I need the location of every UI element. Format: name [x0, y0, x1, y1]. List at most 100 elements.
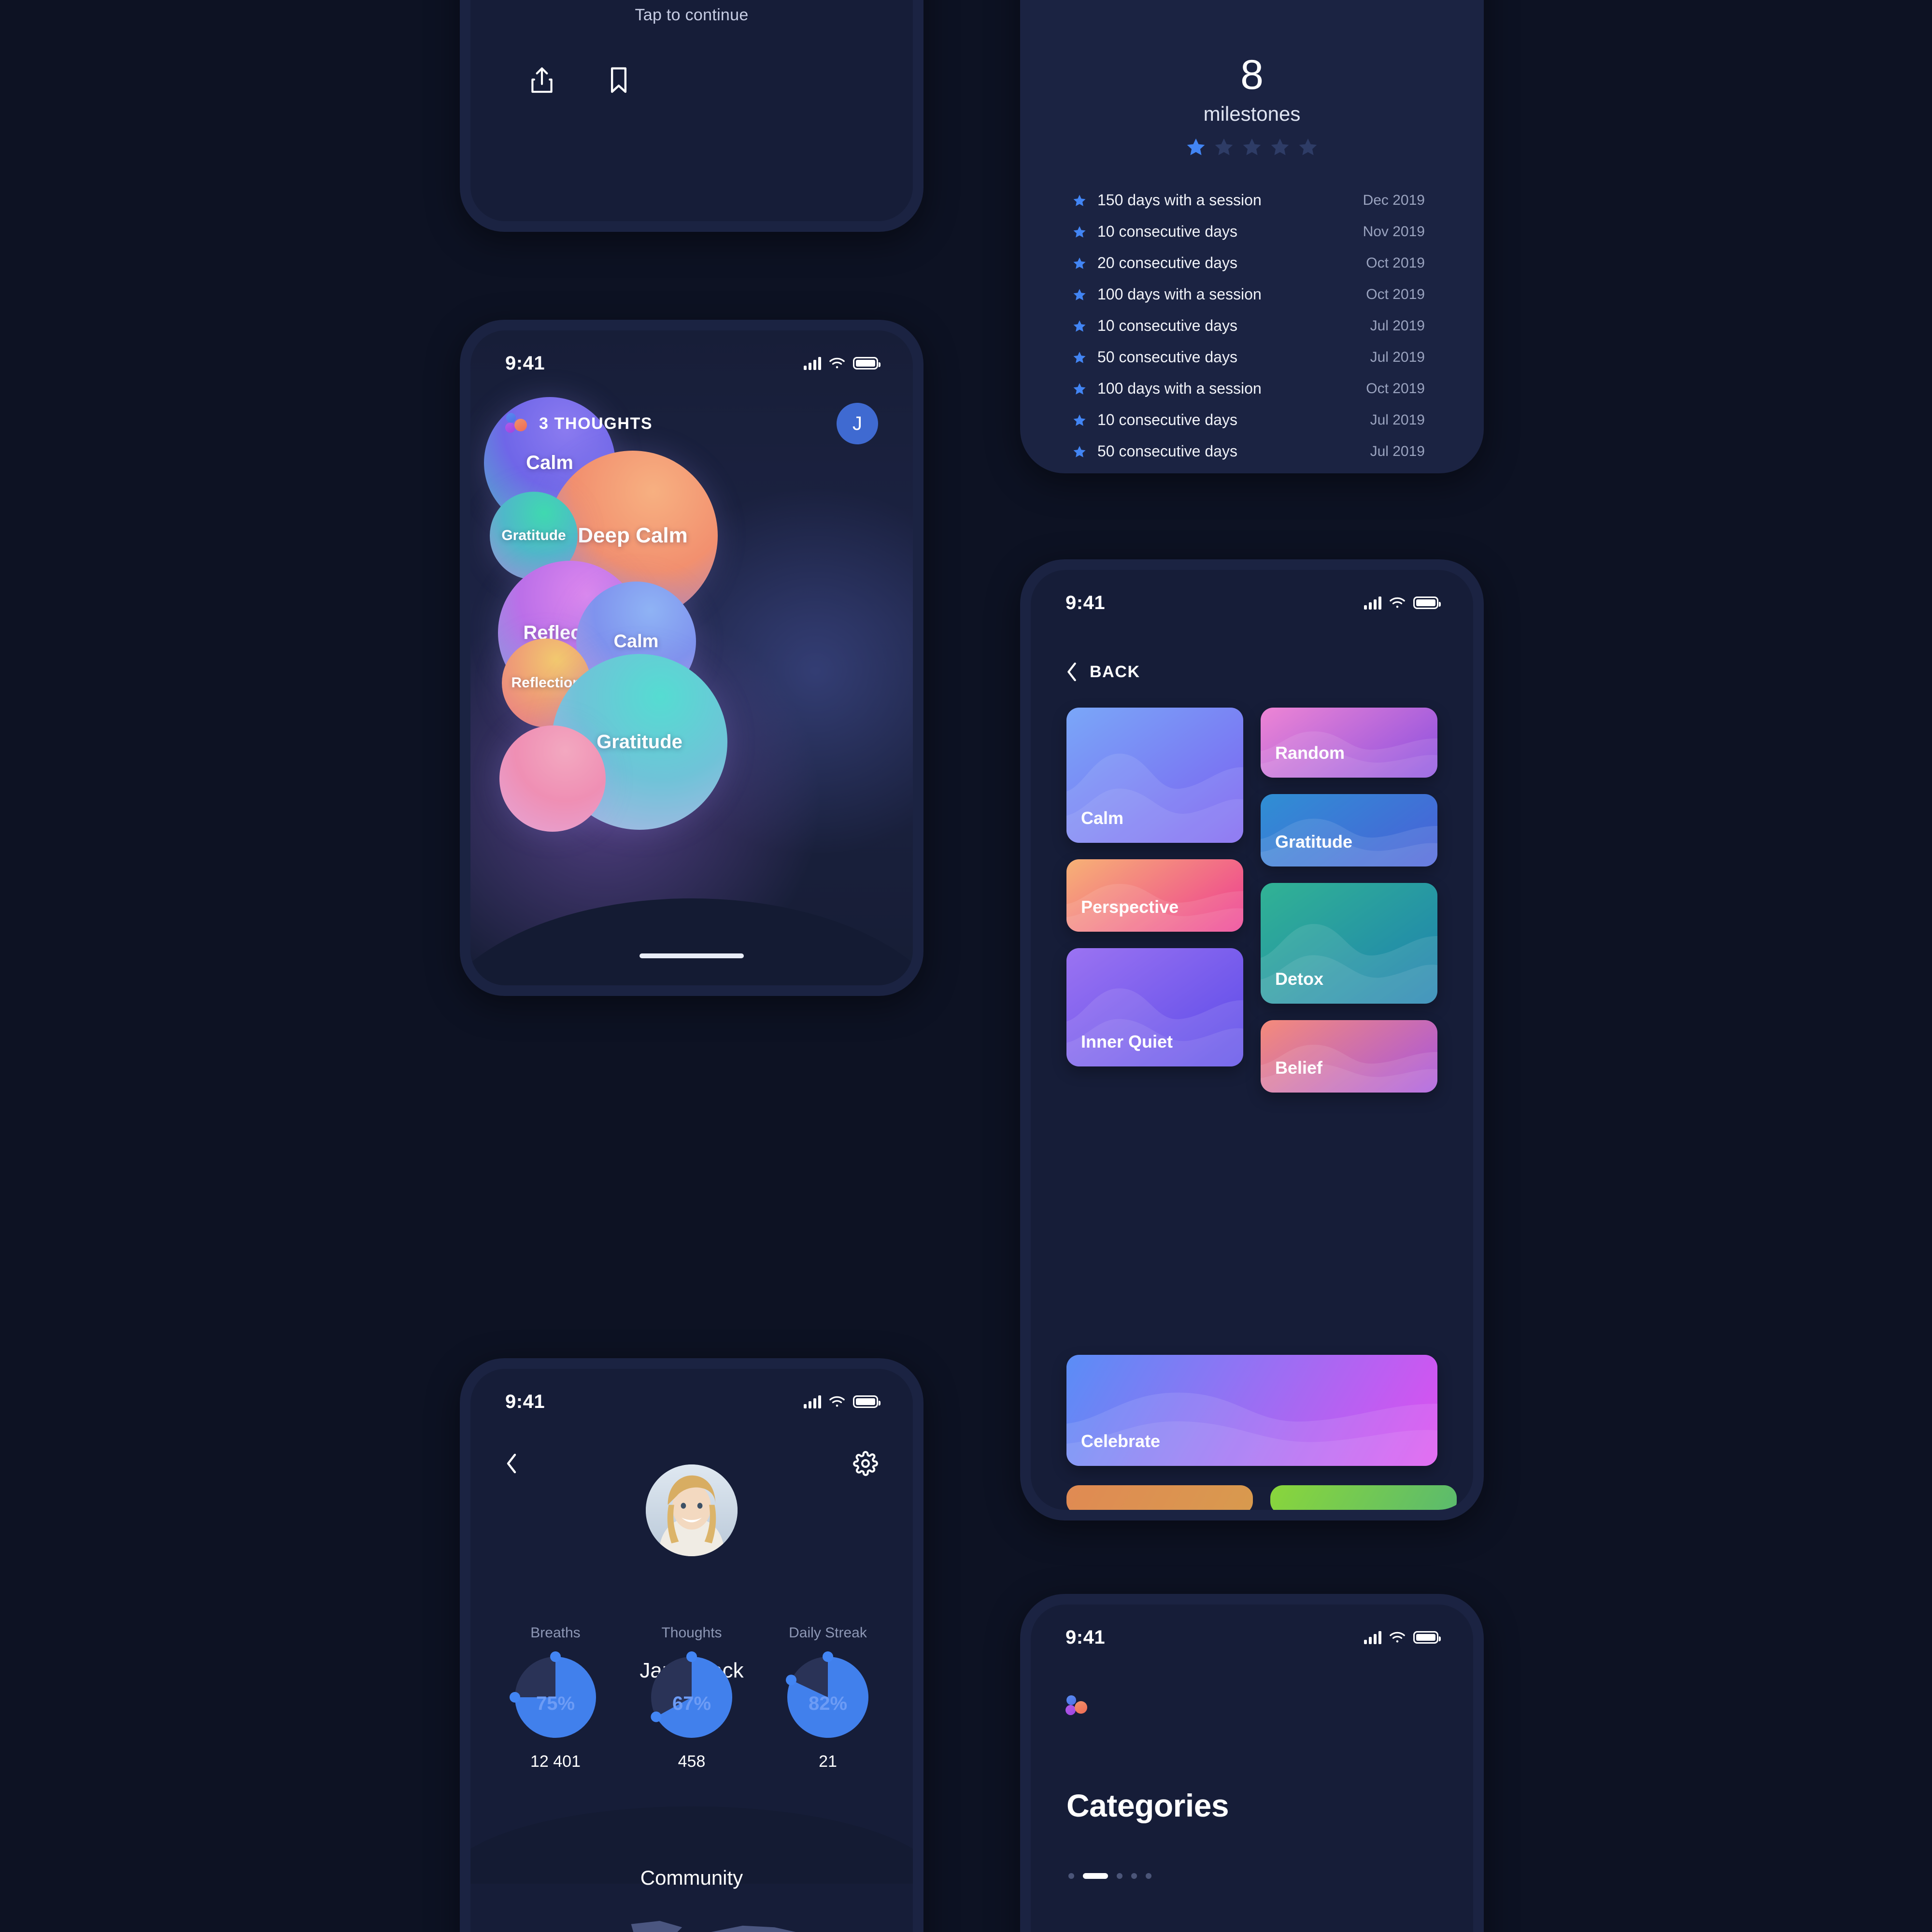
status-clock: 9:41 — [505, 352, 545, 374]
category-card-peek[interactable] — [1066, 1485, 1253, 1510]
pagination-dot-active[interactable] — [1083, 1873, 1108, 1879]
category-card-peek[interactable] — [1270, 1485, 1457, 1510]
avatar[interactable]: J — [837, 403, 878, 444]
milestone-row[interactable]: 100 days with a session Oct 2019 — [1068, 279, 1435, 310]
avatar[interactable] — [646, 1464, 738, 1556]
pagination-dot[interactable] — [1068, 1873, 1074, 1879]
thought-bubble-label: Gratitude — [501, 527, 566, 543]
battery-icon — [1413, 1631, 1441, 1644]
cellular-icon — [804, 356, 821, 370]
milestone-text: 100 days with a session — [1097, 380, 1262, 397]
milestones-label: milestones — [1203, 102, 1301, 125]
category-card[interactable]: Calm — [1066, 708, 1243, 843]
milestone-row[interactable]: 10 consecutive days Jul 2019 — [1068, 310, 1435, 341]
thoughts-count-label: 3 THOUGHTS — [539, 414, 653, 433]
status-clock: 9:41 — [1065, 1626, 1106, 1648]
category-card[interactable]: Inner Quiet — [1066, 948, 1243, 1066]
wifi-icon — [1390, 597, 1405, 608]
category-card[interactable]: Gratitude — [1261, 794, 1437, 867]
pagination-dot[interactable] — [1117, 1873, 1122, 1879]
bookmark-icon[interactable] — [607, 66, 634, 95]
category-card-label: Calm — [1081, 808, 1124, 828]
milestone-date: Dec 2019 — [1363, 192, 1425, 208]
progress-ring: 67% — [643, 1649, 740, 1746]
cellular-icon — [1364, 596, 1381, 610]
category-card[interactable]: Belief — [1261, 1020, 1437, 1093]
status-clock: 9:41 — [505, 1391, 545, 1412]
pagination-dot[interactable] — [1146, 1873, 1151, 1879]
milestone-row[interactable]: 50 consecutive days Jul 2019 — [1068, 436, 1435, 463]
wifi-icon — [829, 1396, 845, 1407]
star-filled-icon — [1073, 383, 1086, 395]
milestone-row[interactable]: 100 days with a session Oct 2019 — [1068, 373, 1435, 404]
categories-screen: 9:41 Categories — [1020, 1594, 1484, 1932]
category-card-label: Detox — [1275, 969, 1324, 989]
chevron-left-icon — [1067, 662, 1076, 682]
cellular-icon — [804, 1395, 821, 1408]
milestone-date: Oct 2019 — [1366, 255, 1425, 271]
milestone-row[interactable]: 150 days with a session Dec 2019 — [1068, 185, 1435, 216]
poster-canvas: Tap to continue 8 milestones 150 days wi… — [0, 0, 1932, 1932]
app-logo — [1065, 1695, 1088, 1717]
category-card-wide[interactable]: Celebrate — [1066, 1355, 1437, 1466]
milestone-text: 20 consecutive days — [1097, 254, 1237, 271]
milestone-date: Nov 2019 — [1363, 223, 1425, 240]
community-title: Community — [640, 1866, 743, 1889]
category-card[interactable]: Detox — [1261, 883, 1437, 1004]
app-logo — [505, 413, 527, 434]
pagination-dot[interactable] — [1131, 1873, 1137, 1879]
star-filled-icon — [1187, 138, 1205, 156]
carousel-pagination[interactable] — [1068, 1873, 1151, 1879]
star-dim-icon — [1271, 138, 1289, 156]
gear-icon[interactable] — [853, 1451, 878, 1476]
category-card-label: Gratitude — [1275, 832, 1353, 852]
milestone-text: 10 consecutive days — [1097, 317, 1237, 334]
milestone-row[interactable]: 10 consecutive days Jul 2019 — [1068, 404, 1435, 436]
thought-bubble-label: Calm — [526, 452, 573, 473]
status-clock: 9:41 — [1065, 592, 1106, 613]
star-filled-icon — [1073, 351, 1086, 363]
category-card-label: Belief — [1275, 1058, 1323, 1078]
milestone-date: Jul 2019 — [1370, 443, 1425, 459]
svg-text:82%: 82% — [809, 1693, 847, 1714]
profile-stat-value: 458 — [678, 1752, 706, 1771]
back-label: BACK — [1090, 662, 1140, 681]
status-bar: 9:41 — [1031, 1605, 1473, 1658]
profile-stat-label: Thoughts — [661, 1625, 722, 1641]
milestone-text: 50 consecutive days — [1097, 348, 1237, 366]
category-card[interactable]: Random — [1261, 708, 1437, 778]
star-filled-icon — [1073, 194, 1086, 206]
profile-screen: 9:41 Breaths 75% 12 401 Thoughts 67% 458… — [460, 1358, 923, 1932]
tap-to-continue-card: Tap to continue — [460, 0, 923, 232]
page-title: Categories — [1066, 1788, 1229, 1823]
milestone-date: Oct 2019 — [1366, 380, 1425, 397]
profile-stat-label: Breaths — [530, 1625, 581, 1641]
milestone-date: Jul 2019 — [1370, 349, 1425, 365]
category-card-label: Random — [1275, 743, 1345, 763]
milestone-row[interactable]: 10 consecutive days Nov 2019 — [1068, 216, 1435, 247]
category-card-label: Celebrate — [1081, 1431, 1161, 1451]
milestones-count: 8 — [1240, 52, 1264, 98]
category-card[interactable]: Perspective — [1066, 859, 1243, 932]
profile-stat-value: 21 — [819, 1752, 837, 1771]
star-dim-icon — [1299, 138, 1317, 156]
battery-icon — [853, 357, 881, 369]
star-filled-icon — [1073, 445, 1086, 457]
chevron-left-icon[interactable] — [505, 1453, 518, 1474]
thought-bubble[interactable] — [499, 725, 606, 832]
thought-bubble-label: Calm — [613, 631, 659, 652]
milestone-row[interactable]: 50 consecutive days Jul 2019 — [1068, 341, 1435, 373]
star-dim-icon — [1215, 138, 1233, 156]
progress-ring: 82% — [780, 1649, 876, 1746]
milestone-text: 10 consecutive days — [1097, 411, 1237, 428]
share-icon[interactable] — [528, 66, 555, 95]
star-filled-icon — [1073, 226, 1086, 238]
wifi-icon — [1390, 1632, 1405, 1643]
milestones-list: 150 days with a session Dec 2019 10 consec… — [1068, 185, 1435, 463]
battery-icon — [1413, 597, 1441, 609]
home-indicator — [639, 953, 744, 958]
thought-bubble-label: Deep Calm — [578, 524, 688, 547]
milestone-row[interactable]: 20 consecutive days Oct 2019 — [1068, 247, 1435, 279]
category-carousel[interactable] — [1031, 1923, 1473, 1932]
back-button[interactable]: BACK — [1065, 662, 1140, 682]
